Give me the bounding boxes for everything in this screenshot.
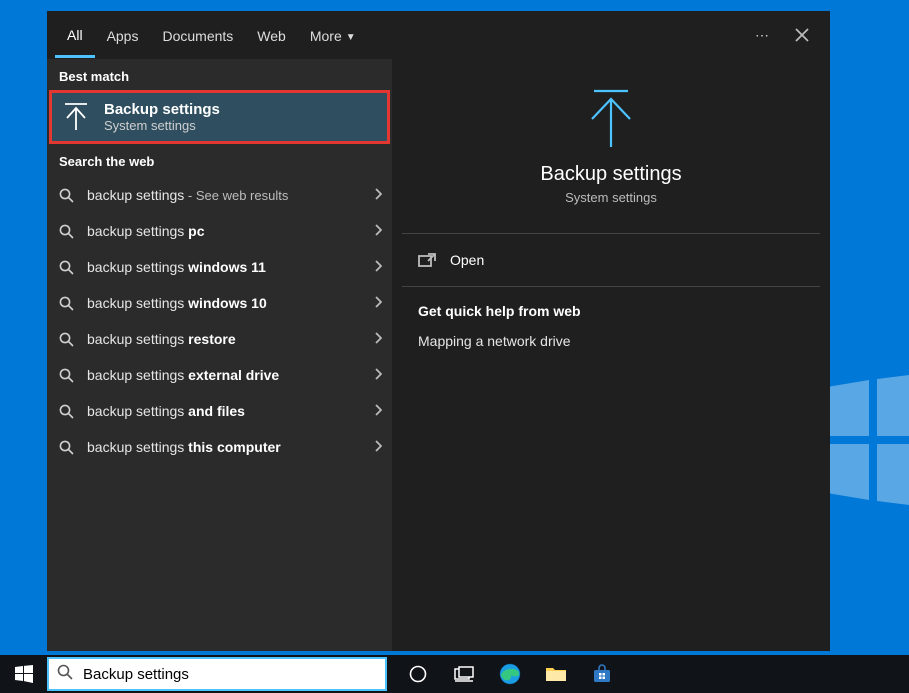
- detail-hero: Backup settings System settings: [392, 69, 830, 227]
- web-suggestion[interactable]: backup settings and files: [47, 393, 392, 429]
- windows-icon: [15, 665, 33, 683]
- microsoft-store-button[interactable]: [579, 655, 625, 693]
- suggestion-label: backup settings - See web results: [87, 187, 374, 203]
- chevron-right-icon: [374, 259, 382, 275]
- web-suggestion[interactable]: backup settings windows 11: [47, 249, 392, 285]
- suggestion-label: backup settings this computer: [87, 439, 374, 455]
- task-view-button[interactable]: [441, 655, 487, 693]
- backup-icon: [584, 87, 638, 149]
- start-button[interactable]: [0, 655, 47, 693]
- help-link[interactable]: Mapping a network drive: [392, 325, 830, 357]
- chevron-right-icon: [374, 367, 382, 383]
- open-action[interactable]: Open: [392, 240, 830, 280]
- store-icon: [592, 664, 612, 684]
- results-column: Best match Backup settings System settin…: [47, 59, 392, 651]
- detail-title: Backup settings: [540, 163, 681, 186]
- web-suggestion[interactable]: backup settings pc: [47, 213, 392, 249]
- help-heading: Get quick help from web: [392, 293, 830, 325]
- tab-web[interactable]: Web: [245, 14, 298, 56]
- close-icon: [795, 28, 809, 42]
- tab-more-label: More: [310, 28, 342, 44]
- chevron-right-icon: [374, 403, 382, 419]
- best-match-item[interactable]: Backup settings System settings: [49, 90, 390, 144]
- best-match-subtitle: System settings: [104, 118, 220, 133]
- backup-icon: [62, 102, 90, 132]
- open-icon: [418, 253, 436, 267]
- search-icon: [59, 260, 77, 275]
- tab-apps[interactable]: Apps: [95, 14, 151, 56]
- search-icon: [59, 368, 77, 383]
- detail-subtitle: System settings: [565, 190, 657, 205]
- divider: [402, 286, 820, 287]
- taskbar: [0, 655, 909, 693]
- cortana-button[interactable]: [395, 655, 441, 693]
- suggestion-label: backup settings restore: [87, 331, 374, 347]
- search-icon: [59, 296, 77, 311]
- edge-button[interactable]: [487, 655, 533, 693]
- web-suggestion[interactable]: backup settings - See web results: [47, 177, 392, 213]
- chevron-right-icon: [374, 223, 382, 239]
- chevron-right-icon: [374, 295, 382, 311]
- taskbar-search[interactable]: [47, 657, 387, 691]
- detail-column: Backup settings System settings Open Get…: [392, 59, 830, 651]
- divider: [402, 233, 820, 234]
- edge-icon: [499, 663, 521, 685]
- web-suggestion[interactable]: backup settings windows 10: [47, 285, 392, 321]
- web-suggestion[interactable]: backup settings restore: [47, 321, 392, 357]
- chevron-right-icon: [374, 331, 382, 347]
- open-label: Open: [450, 252, 484, 268]
- best-match-title: Backup settings: [104, 101, 220, 118]
- search-web-heading: Search the web: [47, 144, 392, 175]
- folder-icon: [545, 665, 567, 683]
- search-icon: [59, 224, 77, 239]
- suggestion-label: backup settings windows 11: [87, 259, 374, 275]
- more-options-button[interactable]: ⋯: [742, 15, 782, 55]
- search-icon: [59, 188, 77, 203]
- suggestion-label: backup settings and files: [87, 403, 374, 419]
- search-icon: [59, 404, 77, 419]
- tab-documents[interactable]: Documents: [150, 14, 245, 56]
- suggestion-list: backup settings - See web results backup …: [47, 175, 392, 467]
- search-icon: [59, 332, 77, 347]
- chevron-right-icon: [374, 439, 382, 455]
- tab-more[interactable]: More ▼: [298, 14, 368, 56]
- web-suggestion[interactable]: backup settings this computer: [47, 429, 392, 465]
- cortana-icon: [409, 665, 427, 683]
- suggestion-label: backup settings pc: [87, 223, 374, 239]
- tab-all[interactable]: All: [55, 13, 95, 58]
- search-panel: All Apps Documents Web More ▼ ⋯ Best mat…: [47, 11, 830, 651]
- chevron-down-icon: ▼: [346, 32, 356, 43]
- chevron-right-icon: [374, 187, 382, 203]
- suggestion-label: backup settings windows 10: [87, 295, 374, 311]
- search-icon: [57, 664, 73, 685]
- file-explorer-button[interactable]: [533, 655, 579, 693]
- best-match-heading: Best match: [47, 59, 392, 90]
- ellipsis-icon: ⋯: [755, 27, 769, 44]
- close-button[interactable]: [782, 15, 822, 55]
- search-tabs: All Apps Documents Web More ▼ ⋯: [47, 11, 830, 59]
- suggestion-label: backup settings external drive: [87, 367, 374, 383]
- web-suggestion[interactable]: backup settings external drive: [47, 357, 392, 393]
- search-icon: [59, 440, 77, 455]
- task-view-icon: [454, 666, 474, 682]
- taskbar-search-input[interactable]: [83, 666, 377, 683]
